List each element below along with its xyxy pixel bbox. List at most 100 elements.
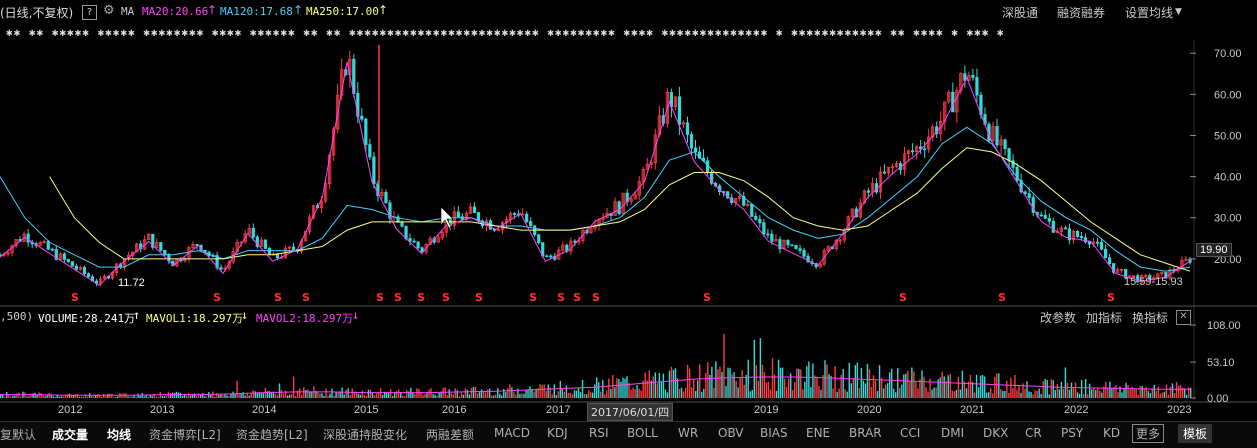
volume-bar xyxy=(381,395,384,398)
candle-body xyxy=(882,171,887,174)
volume-bar xyxy=(40,393,42,398)
volume-bar xyxy=(74,394,77,398)
switch-indicator-button[interactable]: 换指标 xyxy=(1132,309,1168,326)
volume-bar xyxy=(850,383,852,398)
candle-body xyxy=(46,241,50,250)
more-button[interactable]: 更多 xyxy=(1132,424,1165,443)
tab-rsi[interactable]: RSI xyxy=(589,426,609,440)
volume-bar xyxy=(545,390,547,398)
volume-bar xyxy=(848,362,850,398)
year-label: 2016 xyxy=(442,404,467,416)
tab-wr[interactable]: WR xyxy=(678,426,698,440)
volume-bar xyxy=(96,393,99,398)
candle-body xyxy=(750,203,754,217)
candle-body xyxy=(416,241,420,249)
volume-bar xyxy=(470,388,473,398)
volume-bar xyxy=(375,393,378,398)
signal-marker: S xyxy=(274,291,282,304)
tab-volume[interactable]: 成交量 xyxy=(52,426,88,443)
tab-fund-game[interactable]: 资金博弈[L2] xyxy=(149,426,221,443)
add-indicator-button[interactable]: 加指标 xyxy=(1086,309,1122,326)
tab-brar[interactable]: BRAR xyxy=(849,426,882,440)
tab-dkx[interactable]: DKX xyxy=(983,426,1008,440)
volume-bar xyxy=(466,389,469,398)
close-icon[interactable]: ✕ xyxy=(1176,310,1191,325)
tab-cr[interactable]: CR xyxy=(1025,426,1042,440)
tab-obv[interactable]: OBV xyxy=(718,426,744,440)
volume-bar xyxy=(973,392,976,398)
volume-bar xyxy=(1111,388,1113,398)
volume-bar xyxy=(1163,391,1166,398)
candle-body xyxy=(995,126,999,146)
volume-bar xyxy=(650,380,652,398)
volume-bar xyxy=(193,393,196,398)
volume-bar xyxy=(424,393,426,398)
volume-bar xyxy=(232,391,234,398)
change-params-button[interactable]: 改参数 xyxy=(1040,309,1076,326)
volume-bar xyxy=(640,390,642,398)
volume-bar xyxy=(870,386,873,398)
price-chart[interactable]: 70.0060.0050.0040.0030.0020.00 108.0053.… xyxy=(0,0,1257,447)
volume-bar xyxy=(551,394,553,398)
cursor-date-label: 2017/06/01/四 xyxy=(587,403,674,421)
volume-bar xyxy=(525,389,527,398)
tab-boll[interactable]: BOLL xyxy=(627,426,658,440)
tab-hk-holding[interactable]: 深股通持股变化 xyxy=(323,426,407,443)
volume-bar xyxy=(965,388,968,398)
volume-bar xyxy=(614,387,616,398)
volume-bar xyxy=(989,388,992,398)
signal-marker: S xyxy=(71,291,79,304)
volume-bar xyxy=(755,365,758,398)
volume-bar xyxy=(436,395,438,398)
volume-bar xyxy=(796,368,798,398)
volume-bar xyxy=(131,396,133,398)
signal-marker: S xyxy=(899,291,907,304)
volume-bar xyxy=(208,392,210,398)
volume-bar xyxy=(577,387,580,398)
tab-fund-trend[interactable]: 资金趋势[L2] xyxy=(236,426,308,443)
tab-kdj[interactable]: KDJ xyxy=(547,426,568,440)
volume-bar xyxy=(765,382,768,398)
volume-bar xyxy=(515,394,517,398)
volume-bar xyxy=(1050,379,1052,398)
volume-bar xyxy=(1058,389,1061,398)
signal-marker: S xyxy=(442,291,450,304)
tab-cci[interactable]: CCI xyxy=(900,426,920,440)
volume-bar xyxy=(321,393,323,398)
volume-bar xyxy=(1109,381,1111,398)
tab-bias[interactable]: BIAS xyxy=(760,426,788,440)
tab-ene[interactable]: ENE xyxy=(806,426,830,440)
tab-psy[interactable]: PSY xyxy=(1061,426,1083,440)
volume-bar xyxy=(377,392,380,398)
volume-bar xyxy=(163,396,166,398)
volume-bar xyxy=(137,393,139,398)
volume-bar xyxy=(262,393,265,398)
volume-bar xyxy=(903,374,905,398)
volume-bar xyxy=(1117,392,1119,398)
volume-bar xyxy=(747,359,749,398)
tab-restore-default[interactable]: 复默认 xyxy=(0,426,36,443)
volume-bar xyxy=(34,392,36,398)
volume-bar xyxy=(953,391,956,398)
volume-bar xyxy=(798,368,800,398)
volume-bar xyxy=(335,391,337,398)
volume-bar xyxy=(713,387,715,398)
volume-bar xyxy=(688,368,691,398)
volume-bar xyxy=(222,395,224,398)
tab-dmi[interactable]: DMI xyxy=(941,426,964,440)
tab-ma[interactable]: 均线 xyxy=(107,426,131,443)
volume-bar xyxy=(834,366,836,398)
volume-bar xyxy=(563,391,566,398)
volume-bar xyxy=(1078,393,1081,398)
volume-bar xyxy=(1141,385,1143,398)
volume-bar xyxy=(1171,383,1174,398)
tab-macd[interactable]: MACD xyxy=(494,426,530,440)
template-button[interactable]: 模板 xyxy=(1178,424,1213,443)
volume-bar xyxy=(957,376,960,398)
candle-body xyxy=(66,259,70,263)
tab-margin-diff[interactable]: 两融差额 xyxy=(426,426,474,443)
volume-bar xyxy=(781,367,784,398)
tab-kd[interactable]: KD xyxy=(1103,426,1120,440)
volume-bar xyxy=(426,393,428,398)
volume-bar xyxy=(345,389,347,398)
